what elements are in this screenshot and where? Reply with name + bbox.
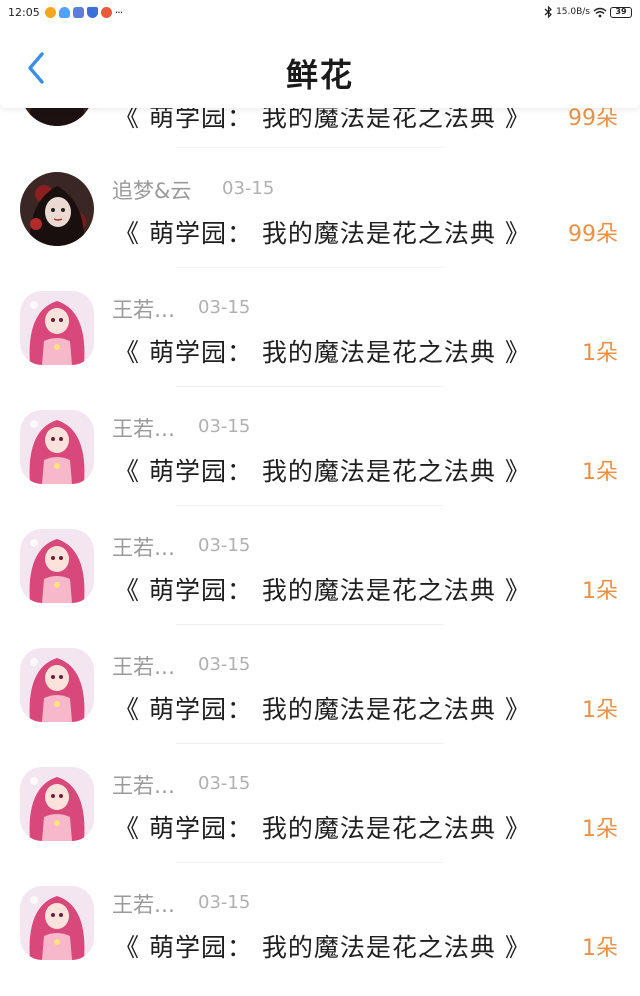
- status-bar-right: 15.0B/s 39: [544, 6, 632, 18]
- divider: [176, 505, 444, 506]
- date: 03-15: [198, 654, 251, 675]
- book-title: 《 萌学园： 我的魔法是花之法典 》: [114, 457, 531, 486]
- top-bar: 鲜花: [0, 24, 640, 108]
- status-bar-left: 12:05 ···: [8, 5, 123, 19]
- status-bar: 12:05 ··· 15.0B/s 39: [0, 0, 640, 24]
- flower-count: 1朵: [582, 817, 618, 842]
- cloud-notification-icon: [58, 6, 70, 18]
- book-title: 《 萌学园： 我的魔法是花之法典 》: [114, 814, 531, 843]
- list-item[interactable]: 王若… 03-15 《 萌学园： 我的魔法是花之法典 》 1朵: [0, 759, 640, 877]
- list-item[interactable]: 追梦&云 03-15 《 萌学园： 我的魔法是花之法典 》 99朵: [0, 164, 640, 282]
- list-item[interactable]: 王若… 03-15 《 萌学园： 我的魔法是花之法典 》 1朵: [0, 402, 640, 520]
- divider: [176, 267, 444, 268]
- list-item[interactable]: 王若… 03-15 《 萌学园： 我的魔法是花之法典 》 1朵: [0, 521, 640, 639]
- flower-count: 1朵: [582, 341, 618, 366]
- flower-count: 1朵: [582, 698, 618, 723]
- user-name[interactable]: 王若…: [112, 294, 175, 324]
- divider: [176, 386, 444, 387]
- flower-count: 99朵: [568, 222, 618, 247]
- divider: [176, 147, 444, 148]
- book-title: 《 萌学园： 我的魔法是花之法典 》: [114, 338, 531, 367]
- avatar[interactable]: [20, 529, 94, 603]
- status-time: 12:05: [8, 5, 40, 19]
- list-item[interactable]: 王若… 03-15 《 萌学园： 我的魔法是花之法典 》 1朵: [0, 878, 640, 996]
- weibo-notification-icon: [44, 6, 56, 18]
- date: 03-15: [198, 416, 251, 437]
- date: 03-15: [198, 773, 251, 794]
- avatar[interactable]: [20, 291, 94, 365]
- wifi-icon: [593, 7, 607, 17]
- book-title: 《 萌学园： 我的魔法是花之法典 》: [114, 933, 531, 962]
- shield-notification-icon: [86, 6, 98, 18]
- document-notification-icon: [72, 6, 84, 18]
- flower-count: 1朵: [582, 936, 618, 961]
- divider: [176, 624, 444, 625]
- network-speed: 15.0B/s: [556, 7, 590, 17]
- more-notifications: ···: [114, 5, 123, 19]
- avatar[interactable]: [20, 767, 94, 841]
- bluetooth-icon: [544, 6, 552, 18]
- user-name[interactable]: 王若…: [112, 413, 175, 443]
- divider: [176, 743, 444, 744]
- divider: [176, 862, 444, 863]
- user-name[interactable]: 王若…: [112, 889, 175, 919]
- list-item[interactable]: 王若… 03-15 《 萌学园： 我的魔法是花之法典 》 1朵: [0, 283, 640, 401]
- avatar[interactable]: [20, 886, 94, 960]
- book-title: 《 萌学园： 我的魔法是花之法典 》: [114, 219, 531, 248]
- user-name[interactable]: 王若…: [112, 770, 175, 800]
- avatar[interactable]: [20, 648, 94, 722]
- flower-count: 1朵: [582, 579, 618, 604]
- date: 03-15: [222, 178, 275, 199]
- date: 03-15: [198, 297, 251, 318]
- battery-indicator: 39: [610, 6, 632, 18]
- date: 03-15: [198, 892, 251, 913]
- book-title: 《 萌学园： 我的魔法是花之法典 》: [114, 576, 531, 605]
- weibo-notification-icon: [100, 6, 112, 18]
- avatar[interactable]: [20, 172, 94, 246]
- user-name[interactable]: 王若…: [112, 532, 175, 562]
- flower-count: 1朵: [582, 460, 618, 485]
- user-name[interactable]: 王若…: [112, 651, 175, 681]
- user-name[interactable]: 追梦&云: [112, 175, 191, 205]
- page-title: 鲜花: [285, 56, 354, 94]
- date: 03-15: [198, 535, 251, 556]
- book-title: 《 萌学园： 我的魔法是花之法典 》: [114, 695, 531, 724]
- avatar[interactable]: [20, 410, 94, 484]
- list-item[interactable]: 王若… 03-15 《 萌学园： 我的魔法是花之法典 》 1朵: [0, 640, 640, 758]
